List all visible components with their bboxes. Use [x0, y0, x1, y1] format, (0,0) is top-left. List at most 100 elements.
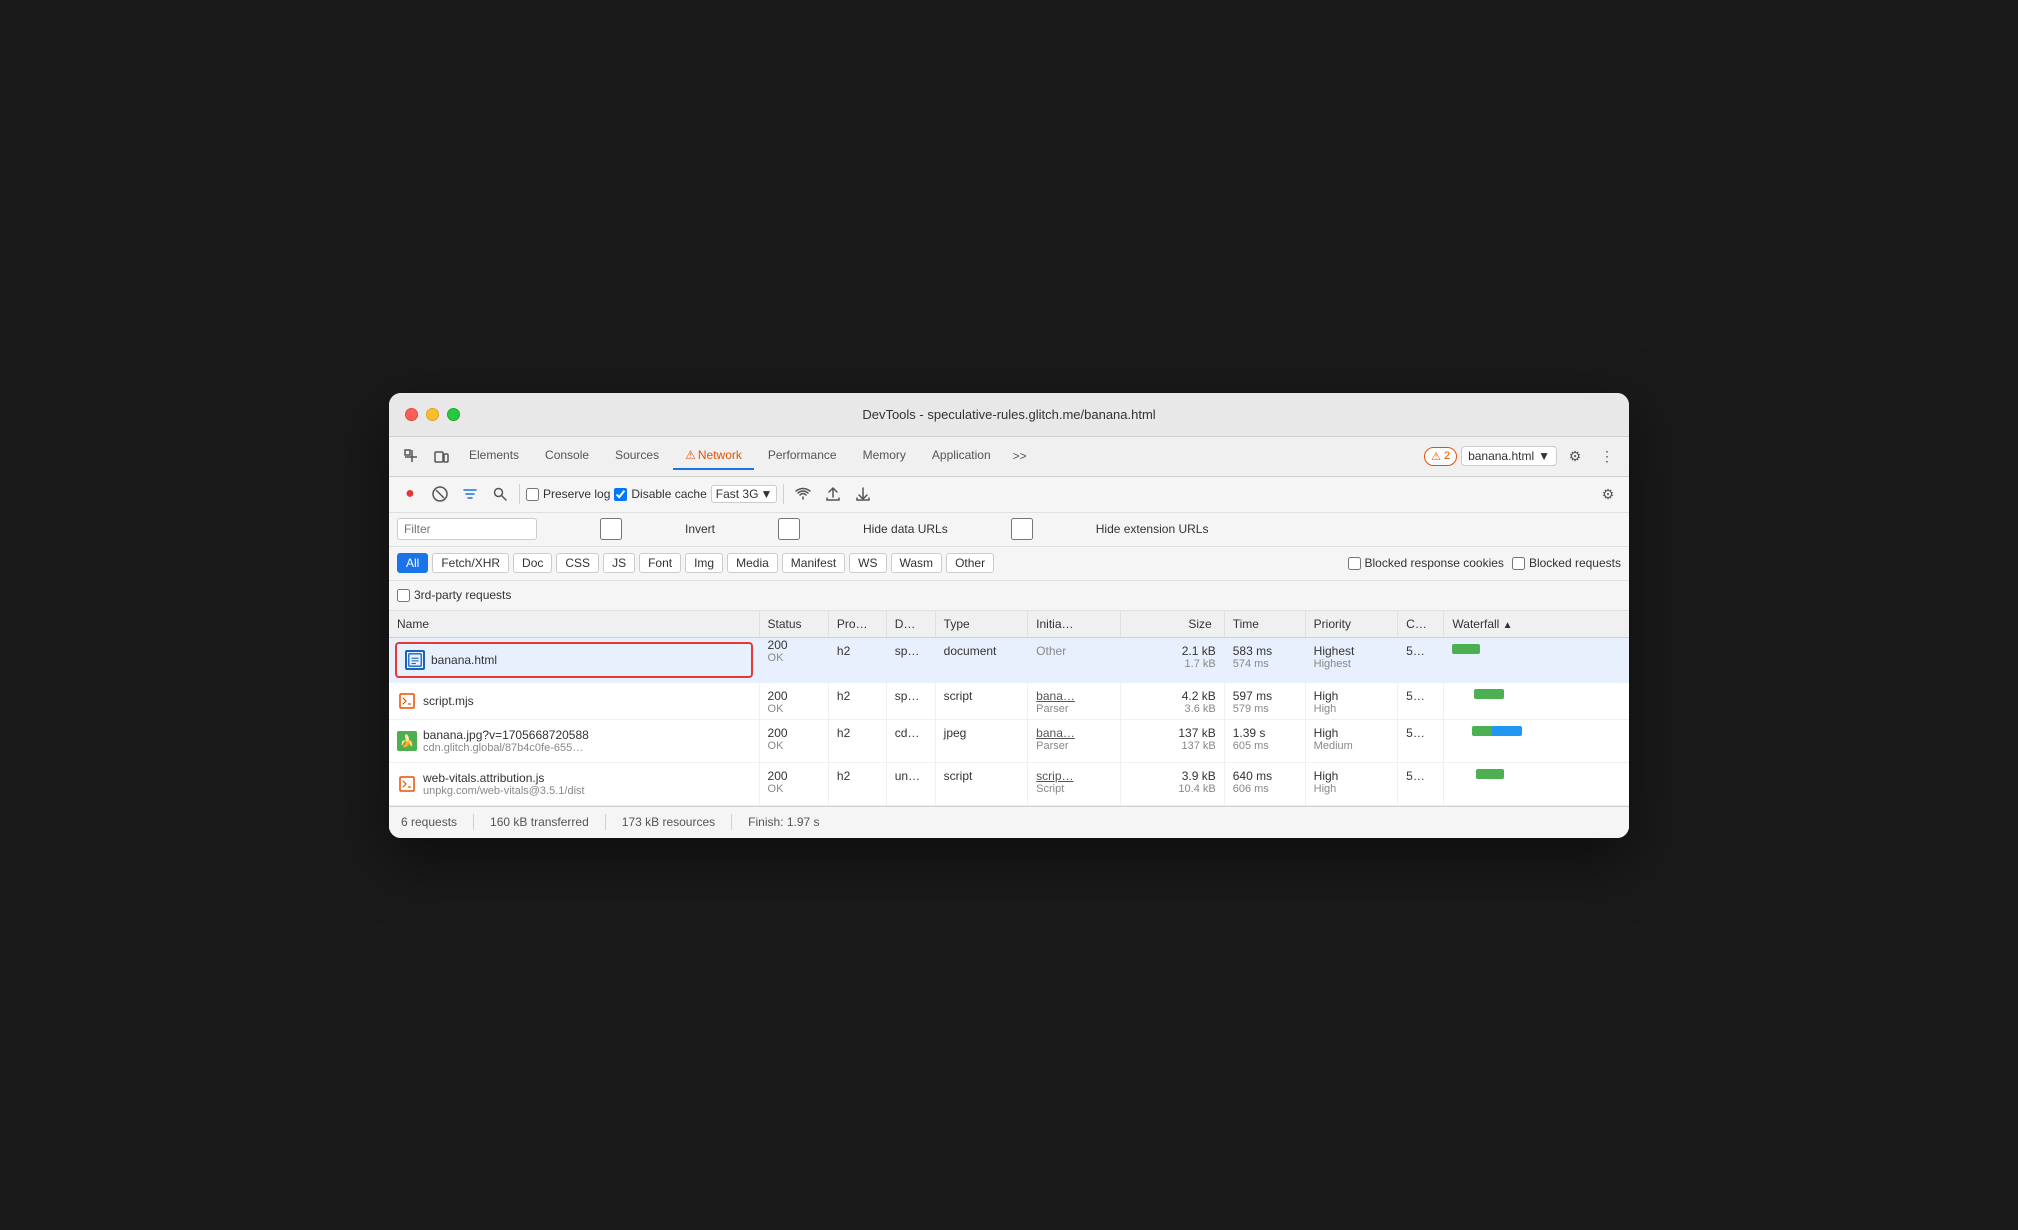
- file-icon-js: [397, 691, 417, 711]
- record-button[interactable]: ●: [397, 481, 423, 507]
- table-row[interactable]: web-vitals.attribution.js unpkg.com/web-…: [389, 762, 1629, 805]
- tab-sources[interactable]: Sources: [603, 442, 671, 470]
- col-header-time[interactable]: Time: [1224, 611, 1305, 638]
- priority-cell: Highest Highest: [1305, 637, 1398, 682]
- protocol-cell: h2: [828, 762, 886, 805]
- settings-gear-icon[interactable]: ⚙: [1561, 442, 1589, 470]
- blocked-cookies-label[interactable]: Blocked response cookies: [1348, 556, 1504, 570]
- status-cell: 200 OK: [759, 682, 828, 719]
- maximize-button[interactable]: [447, 408, 460, 421]
- filter-manifest[interactable]: Manifest: [782, 553, 845, 573]
- col-header-size[interactable]: Size: [1120, 611, 1224, 638]
- wifi-icon[interactable]: [790, 481, 816, 507]
- filter-media[interactable]: Media: [727, 553, 778, 573]
- network-warning-icon: ⚠: [685, 448, 696, 462]
- throttle-selector[interactable]: Fast 3G ▼: [711, 485, 778, 503]
- waterfall-cell: [1444, 762, 1629, 805]
- filter-wasm[interactable]: Wasm: [891, 553, 943, 573]
- tab-elements[interactable]: Elements: [457, 442, 531, 470]
- table-row[interactable]: script.mjs 200 OK h2 sp…: [389, 682, 1629, 719]
- status-bar-divider-1: [473, 814, 474, 830]
- preserve-log-label[interactable]: Preserve log: [526, 487, 610, 501]
- upload-button[interactable]: [820, 481, 846, 507]
- tab-network[interactable]: ⚠Network: [673, 442, 754, 470]
- col-header-protocol[interactable]: Pro…: [828, 611, 886, 638]
- filter-css[interactable]: CSS: [556, 553, 599, 573]
- clear-button[interactable]: [427, 481, 453, 507]
- disable-cache-checkbox[interactable]: [614, 488, 627, 501]
- tab-memory[interactable]: Memory: [851, 442, 918, 470]
- filter-ws[interactable]: WS: [849, 553, 886, 573]
- type-filters-right: Blocked response cookies Blocked request…: [1348, 556, 1621, 570]
- invert-label[interactable]: Invert: [541, 518, 715, 540]
- waterfall-bar-blue: [1492, 726, 1522, 736]
- type-cell: script: [935, 682, 1028, 719]
- type-cell: document: [935, 637, 1028, 682]
- col-header-priority[interactable]: Priority: [1305, 611, 1398, 638]
- third-party-row: 3rd-party requests: [389, 581, 1629, 611]
- connection-cell: 5…: [1398, 637, 1444, 682]
- more-options-icon[interactable]: ⋮: [1593, 442, 1621, 470]
- filter-doc[interactable]: Doc: [513, 553, 552, 573]
- initiator-cell: bana… Parser: [1028, 719, 1121, 762]
- tab-console[interactable]: Console: [533, 442, 601, 470]
- blocked-requests-checkbox[interactable]: [1512, 557, 1525, 570]
- time-cell: 583 ms 574 ms: [1224, 637, 1305, 682]
- size-cell: 2.1 kB 1.7 kB: [1120, 637, 1224, 682]
- tab-application[interactable]: Application: [920, 442, 1003, 470]
- table-row[interactable]: 🍌 banana.jpg?v=1705668720588 cdn.glitch.…: [389, 719, 1629, 762]
- invert-checkbox[interactable]: [541, 518, 681, 540]
- status-bar: 6 requests 160 kB transferred 173 kB res…: [389, 806, 1629, 838]
- hide-data-urls-checkbox[interactable]: [719, 518, 859, 540]
- hide-extension-urls-checkbox[interactable]: [952, 518, 1092, 540]
- waterfall-bar-green: [1452, 644, 1480, 654]
- col-header-domain[interactable]: D…: [886, 611, 935, 638]
- hide-data-urls-label[interactable]: Hide data URLs: [719, 518, 948, 540]
- col-header-type[interactable]: Type: [935, 611, 1028, 638]
- blocked-cookies-checkbox[interactable]: [1348, 557, 1361, 570]
- filter-bar: Invert Hide data URLs Hide extension URL…: [389, 513, 1629, 547]
- hide-extension-urls-label[interactable]: Hide extension URLs: [952, 518, 1209, 540]
- preserve-log-checkbox[interactable]: [526, 488, 539, 501]
- col-header-name[interactable]: Name: [389, 611, 759, 638]
- warning-badge-icon: ⚠: [1431, 450, 1441, 463]
- col-header-waterfall[interactable]: Waterfall ▲: [1444, 611, 1629, 638]
- network-toolbar: ● Preserve log: [389, 477, 1629, 513]
- waterfall-bar-green: [1474, 689, 1504, 699]
- titlebar: DevTools - speculative-rules.glitch.me/b…: [389, 393, 1629, 437]
- network-settings-icon[interactable]: ⚙: [1595, 481, 1621, 507]
- table-row[interactable]: banana.html 200 OK h2 sp…: [389, 637, 1629, 682]
- pointer-icon[interactable]: [397, 442, 425, 470]
- col-header-connection[interactable]: C…: [1398, 611, 1444, 638]
- domain-cell: sp…: [886, 637, 935, 682]
- tabs-right: ⚠ 2 banana.html ▼ ⚙ ⋮: [1424, 442, 1621, 470]
- filter-js[interactable]: JS: [603, 553, 635, 573]
- third-party-checkbox[interactable]: [397, 589, 410, 602]
- initiator-cell: scrip… Script: [1028, 762, 1121, 805]
- disable-cache-label[interactable]: Disable cache: [614, 487, 706, 501]
- size-cell: 137 kB 137 kB: [1120, 719, 1224, 762]
- minimize-button[interactable]: [426, 408, 439, 421]
- third-party-label[interactable]: 3rd-party requests: [397, 588, 511, 602]
- devtools-window: DevTools - speculative-rules.glitch.me/b…: [389, 393, 1629, 838]
- more-tabs-button[interactable]: >>: [1005, 443, 1035, 469]
- filter-img[interactable]: Img: [685, 553, 723, 573]
- file-icon-html: [405, 650, 425, 670]
- tab-performance[interactable]: Performance: [756, 442, 849, 470]
- filter-all[interactable]: All: [397, 553, 428, 573]
- col-header-initiator[interactable]: Initia…: [1028, 611, 1121, 638]
- download-button[interactable]: [850, 481, 876, 507]
- filter-toggle-button[interactable]: [457, 481, 483, 507]
- close-button[interactable]: [405, 408, 418, 421]
- filter-input[interactable]: [397, 518, 537, 540]
- filter-fetch-xhr[interactable]: Fetch/XHR: [432, 553, 509, 573]
- initiator-cell: Other: [1028, 637, 1121, 682]
- blocked-requests-label[interactable]: Blocked requests: [1512, 556, 1621, 570]
- context-selector[interactable]: banana.html ▼: [1461, 446, 1557, 466]
- filter-other[interactable]: Other: [946, 553, 994, 573]
- protocol-cell: h2: [828, 637, 886, 682]
- col-header-status[interactable]: Status: [759, 611, 828, 638]
- filter-font[interactable]: Font: [639, 553, 681, 573]
- search-button[interactable]: [487, 481, 513, 507]
- device-toggle-icon[interactable]: [427, 442, 455, 470]
